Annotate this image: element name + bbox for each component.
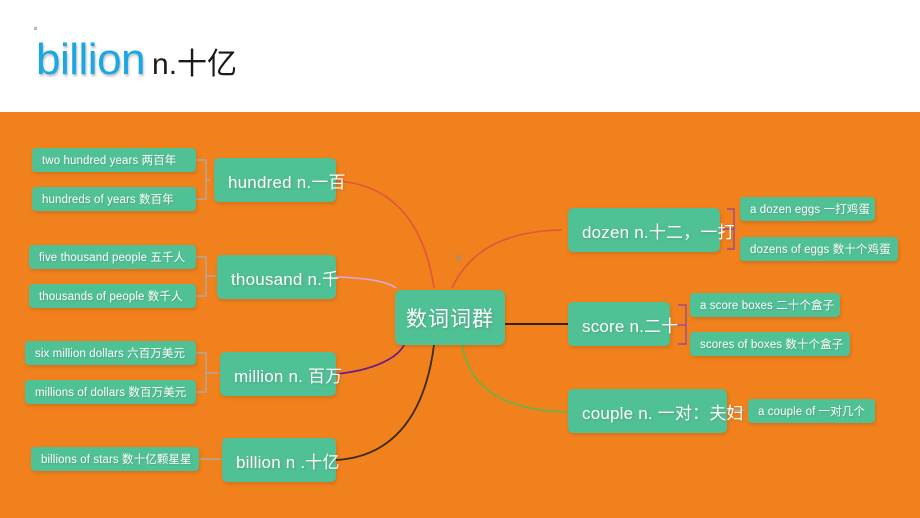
wire-billion bbox=[335, 344, 435, 461]
title-word-en: billion bbox=[36, 35, 146, 84]
leaf-label-hundred-2: hundreds of years 数百年 bbox=[42, 194, 174, 206]
title-word-cn: n.十亿 bbox=[152, 48, 238, 81]
branch-node-couple[interactable]: couple n. 一对：夫妇 bbox=[568, 389, 744, 433]
mindmap-canvas: 数词词群 hundred n.一百 two hundred years 两百年 … bbox=[0, 112, 920, 518]
wire-thousand bbox=[335, 276, 397, 289]
leaf-label-score-1: a score boxes 二十个盒子 bbox=[700, 300, 835, 312]
center-node-label: 数词词群 bbox=[406, 307, 494, 331]
leaf-node-million-1[interactable]: six million dollars 六百万美元 bbox=[25, 341, 196, 365]
leaf-label-score-2: scores of boxes 数十个盒子 bbox=[700, 339, 844, 351]
wire-hundred bbox=[335, 180, 435, 289]
leaf-label-couple-1: a couple of 一对几个 bbox=[758, 406, 866, 418]
bracket-score bbox=[678, 304, 687, 345]
header-bullet-dot bbox=[34, 27, 37, 30]
page-title: billion n.十亿 bbox=[36, 38, 237, 82]
leaf-label-billion-1: billions of stars 数十亿颗星星 bbox=[41, 454, 192, 466]
leaf-label-thousand-1: five thousand people 五千人 bbox=[39, 252, 186, 264]
canvas-artifact-dot bbox=[456, 255, 462, 261]
leaf-node-dozen-2[interactable]: dozens of eggs 数十个鸡蛋 bbox=[740, 237, 898, 261]
bracket-thousand bbox=[196, 256, 207, 297]
branch-label-score: score n.二十 bbox=[582, 316, 679, 336]
wire-couple bbox=[461, 344, 568, 413]
leaf-label-hundred-1: two hundred years 两百年 bbox=[42, 155, 177, 167]
mindmap-center-node[interactable]: 数词词群 bbox=[395, 290, 505, 345]
leaf-node-score-2[interactable]: scores of boxes 数十个盒子 bbox=[690, 332, 850, 356]
branch-label-couple: couple n. 一对：夫妇 bbox=[582, 403, 744, 423]
branch-label-thousand: thousand n.千 bbox=[231, 269, 340, 289]
leaf-label-thousand-2: thousands of people 数千人 bbox=[39, 291, 183, 303]
leaf-label-million-2: millions of dollars 数百万美元 bbox=[35, 387, 187, 399]
leaf-label-dozen-2: dozens of eggs 数十个鸡蛋 bbox=[750, 244, 891, 256]
leaf-node-hundred-1[interactable]: two hundred years 两百年 bbox=[32, 148, 196, 172]
leaf-node-couple-1[interactable]: a couple of 一对几个 bbox=[748, 399, 875, 423]
leaf-node-billion-1[interactable]: billions of stars 数十亿颗星星 bbox=[31, 447, 199, 471]
bracket-hundred bbox=[196, 159, 207, 200]
wire-dozen bbox=[451, 229, 563, 289]
bracket-million bbox=[196, 352, 207, 393]
branch-node-score[interactable]: score n.二十 bbox=[568, 302, 679, 346]
leaf-node-thousand-1[interactable]: five thousand people 五千人 bbox=[29, 245, 196, 269]
wire-million bbox=[335, 344, 405, 375]
leaf-node-dozen-1[interactable]: a dozen eggs 一打鸡蛋 bbox=[740, 197, 875, 221]
slide-canvas: billion n.十亿 数词词群 hundred n.一百 two hundr… bbox=[0, 0, 920, 518]
slide-header: billion n.十亿 bbox=[0, 0, 920, 112]
branch-node-billion[interactable]: billion n .十亿 bbox=[222, 438, 340, 482]
leaf-node-million-2[interactable]: millions of dollars 数百万美元 bbox=[25, 380, 196, 404]
branch-node-million[interactable]: million n. 百万 bbox=[220, 352, 343, 396]
leaf-node-score-1[interactable]: a score boxes 二十个盒子 bbox=[690, 293, 840, 317]
leaf-node-hundred-2[interactable]: hundreds of years 数百年 bbox=[32, 187, 196, 211]
branch-node-thousand[interactable]: thousand n.千 bbox=[217, 255, 340, 299]
branch-label-million: million n. 百万 bbox=[234, 366, 343, 386]
branch-label-billion: billion n .十亿 bbox=[236, 452, 340, 472]
leaf-label-million-1: six million dollars 六百万美元 bbox=[35, 348, 186, 360]
branch-label-dozen: dozen n.十二，一打 bbox=[582, 222, 735, 242]
leaf-node-thousand-2[interactable]: thousands of people 数千人 bbox=[29, 284, 196, 308]
branch-node-dozen[interactable]: dozen n.十二，一打 bbox=[568, 208, 735, 252]
branch-node-hundred[interactable]: hundred n.一百 bbox=[214, 158, 346, 202]
branch-label-hundred: hundred n.一百 bbox=[228, 172, 346, 192]
leaf-label-dozen-1: a dozen eggs 一打鸡蛋 bbox=[750, 204, 870, 216]
